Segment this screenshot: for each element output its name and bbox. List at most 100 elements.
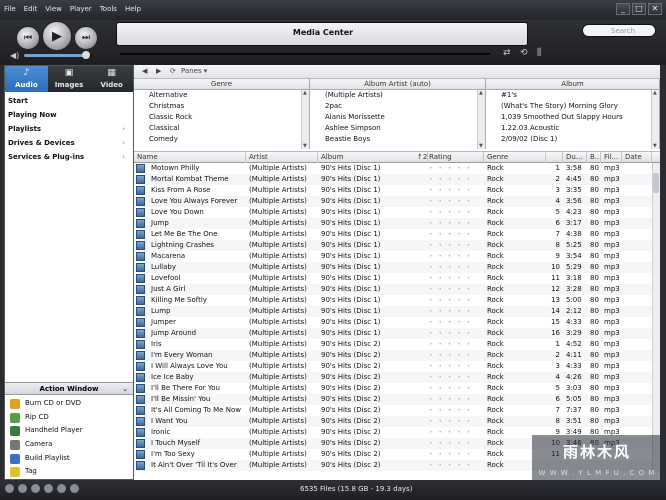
forward-icon[interactable]: ▶ — [156, 67, 161, 75]
next-track-button[interactable]: ⏭ — [74, 26, 98, 50]
col-duration-header[interactable]: Du... — [563, 152, 587, 163]
volume-knob[interactable] — [82, 51, 90, 59]
track-rating[interactable]: • • • • • — [426, 361, 484, 372]
menu-item-edit[interactable]: Edit — [24, 5, 38, 13]
nav-item-playlists[interactable]: Playlists › — [5, 122, 133, 136]
view-mode-icon[interactable] — [57, 484, 66, 493]
menu-item-tools[interactable]: Tools — [100, 5, 117, 13]
table-row[interactable]: Mortal Kombat Theme (Multiple Artists) 90'… — [134, 174, 652, 185]
table-row[interactable]: Lump (Multiple Artists) 90's Hits (Disc 1)… — [134, 306, 652, 317]
col-date-header[interactable]: Date — [622, 152, 652, 163]
volume-icon[interactable]: ◀) — [10, 51, 19, 60]
track-rating[interactable]: • • • • • — [426, 383, 484, 394]
equalizer-icon[interactable]: ⫼ — [537, 48, 541, 58]
track-rating[interactable]: • • • • • — [426, 196, 484, 207]
pane-header[interactable]: Genre — [134, 79, 309, 90]
table-row[interactable]: Jumper (Multiple Artists) 90's Hits (Disc … — [134, 317, 652, 328]
col-filetype-header[interactable]: Fil... — [601, 152, 622, 163]
table-row[interactable]: Lightning Crashes (Multiple Artists) 90's … — [134, 240, 652, 251]
col-track-header[interactable] — [546, 152, 563, 163]
tab-video[interactable]: ▦ Video — [90, 66, 133, 92]
track-rating[interactable]: • • • • • — [426, 394, 484, 405]
table-row[interactable]: Killing Me Softly (Multiple Artists) 90's … — [134, 295, 652, 306]
maximize-button[interactable]: □ — [632, 3, 646, 15]
pane-item[interactable]: 2/09/02 (Disc 1) — [486, 134, 659, 145]
shuffle-icon[interactable]: ⇄ — [503, 48, 511, 58]
col-album-header[interactable]: Album — [318, 152, 428, 163]
tab-images[interactable]: ▣ Images — [48, 66, 91, 92]
table-row[interactable]: Motown Philly (Multiple Artists) 90's Hits… — [134, 163, 652, 174]
nav-item-start[interactable]: Start — [5, 94, 133, 108]
col-bitrate-header[interactable]: B... — [587, 152, 601, 163]
track-rating[interactable]: • • • • • — [426, 350, 484, 361]
menu-item-help[interactable]: Help — [125, 5, 141, 13]
pane-item[interactable]: Alanis Morissette — [310, 112, 485, 123]
pane-scrollbar[interactable] — [477, 90, 485, 149]
track-rating[interactable]: • • • • • — [426, 240, 484, 251]
track-rating[interactable]: • • • • • — [426, 207, 484, 218]
table-row[interactable]: Ice Ice Baby (Multiple Artists) 90's Hits … — [134, 372, 652, 383]
track-rating[interactable]: • • • • • — [426, 229, 484, 240]
pane-header[interactable]: Album — [486, 79, 659, 90]
track-rating[interactable]: • • • • • — [426, 262, 484, 273]
col-rating-header[interactable]: Rating — [426, 152, 484, 163]
table-row[interactable]: Just A Girl (Multiple Artists) 90's Hits (… — [134, 284, 652, 295]
pane-scrollbar[interactable] — [301, 90, 309, 149]
action-window-header[interactable]: Action Window ⌄ — [5, 382, 133, 395]
track-rating[interactable]: • • • • • — [426, 416, 484, 427]
track-rating[interactable]: • • • • • — [426, 174, 484, 185]
table-row[interactable]: Jump Around (Multiple Artists) 90's Hits (… — [134, 328, 652, 339]
pane-item[interactable]: #1's — [486, 90, 659, 101]
vertical-scrollbar[interactable] — [652, 163, 660, 473]
pane-item[interactable]: Alternative — [134, 90, 309, 101]
collapse-icon[interactable]: ⌄ — [122, 383, 128, 395]
track-rating[interactable]: • • • • • — [426, 284, 484, 295]
table-row[interactable]: Iris (Multiple Artists) 90's Hits (Disc 2)… — [134, 339, 652, 350]
track-rating[interactable]: • • • • • — [426, 163, 484, 174]
table-row[interactable]: I'll Be Missin' You (Multiple Artists) 90'… — [134, 394, 652, 405]
previous-track-button[interactable]: ⏮ — [16, 26, 40, 50]
table-row[interactable]: Love You Always Forever (Multiple Artists… — [134, 196, 652, 207]
pane-scrollbar[interactable] — [651, 90, 659, 149]
action-burn-cd-or-dvd[interactable]: Burn CD or DVD — [5, 397, 133, 411]
col-artist-header[interactable]: Artist — [246, 152, 318, 163]
pane-item[interactable]: (What's The Story) Morning Glory — [486, 101, 659, 112]
track-rating[interactable]: • • • • • — [426, 306, 484, 317]
pane-item[interactable]: Classic Rock — [134, 112, 309, 123]
view-mode-icon[interactable] — [70, 484, 79, 493]
pane-item[interactable]: (Multiple Artists) — [310, 90, 485, 101]
track-rating[interactable]: • • • • • — [426, 372, 484, 383]
action-handheld-player[interactable]: Handheld Player — [5, 424, 133, 438]
track-rating[interactable]: • • • • • — [426, 438, 484, 449]
track-rating[interactable]: • • • • • — [426, 405, 484, 416]
close-button[interactable]: ✕ — [648, 3, 662, 15]
panes-menu[interactable]: Panes ▾ — [181, 67, 207, 75]
col-name-header[interactable]: Name — [134, 152, 246, 163]
table-row[interactable]: Love You Down (Multiple Artists) 90's Hits… — [134, 207, 652, 218]
position-slider[interactable] — [120, 53, 490, 55]
track-rating[interactable]: • • • • • — [426, 427, 484, 438]
table-row[interactable]: Kiss From A Rose (Multiple Artists) 90's H… — [134, 185, 652, 196]
minimize-button[interactable]: _ — [616, 3, 630, 15]
track-rating[interactable]: • • • • • — [426, 317, 484, 328]
pane-item[interactable]: Christmas — [134, 101, 309, 112]
table-row[interactable]: Macarena (Multiple Artists) 90's Hits (Dis… — [134, 251, 652, 262]
track-rating[interactable]: • • • • • — [426, 449, 484, 460]
pane-item[interactable]: 2pac — [310, 101, 485, 112]
table-row[interactable]: It's All Coming To Me Now (Multiple Artis… — [134, 405, 652, 416]
pane-header[interactable]: Album Artist (auto) — [310, 79, 485, 90]
menu-item-file[interactable]: File — [4, 5, 16, 13]
view-mode-icon[interactable] — [5, 484, 14, 493]
search-input[interactable]: Search — [582, 24, 656, 37]
pane-item[interactable]: Comedy — [134, 134, 309, 145]
pane-item[interactable]: 1.22.03.Acoustic — [486, 123, 659, 134]
view-mode-icon[interactable] — [44, 484, 53, 493]
track-rating[interactable]: • • • • • — [426, 218, 484, 229]
track-rating[interactable]: • • • • • — [426, 339, 484, 350]
track-rating[interactable]: • • • • • — [426, 185, 484, 196]
repeat-icon[interactable]: ⟲ — [520, 48, 528, 58]
play-button[interactable]: ▶ — [42, 21, 72, 51]
nav-item-services-plug-ins[interactable]: Services & Plug-ins › — [5, 150, 133, 164]
table-row[interactable]: I'm Every Woman (Multiple Artists) 90's Hi… — [134, 350, 652, 361]
action-build-playlist[interactable]: Build Playlist — [5, 452, 133, 466]
